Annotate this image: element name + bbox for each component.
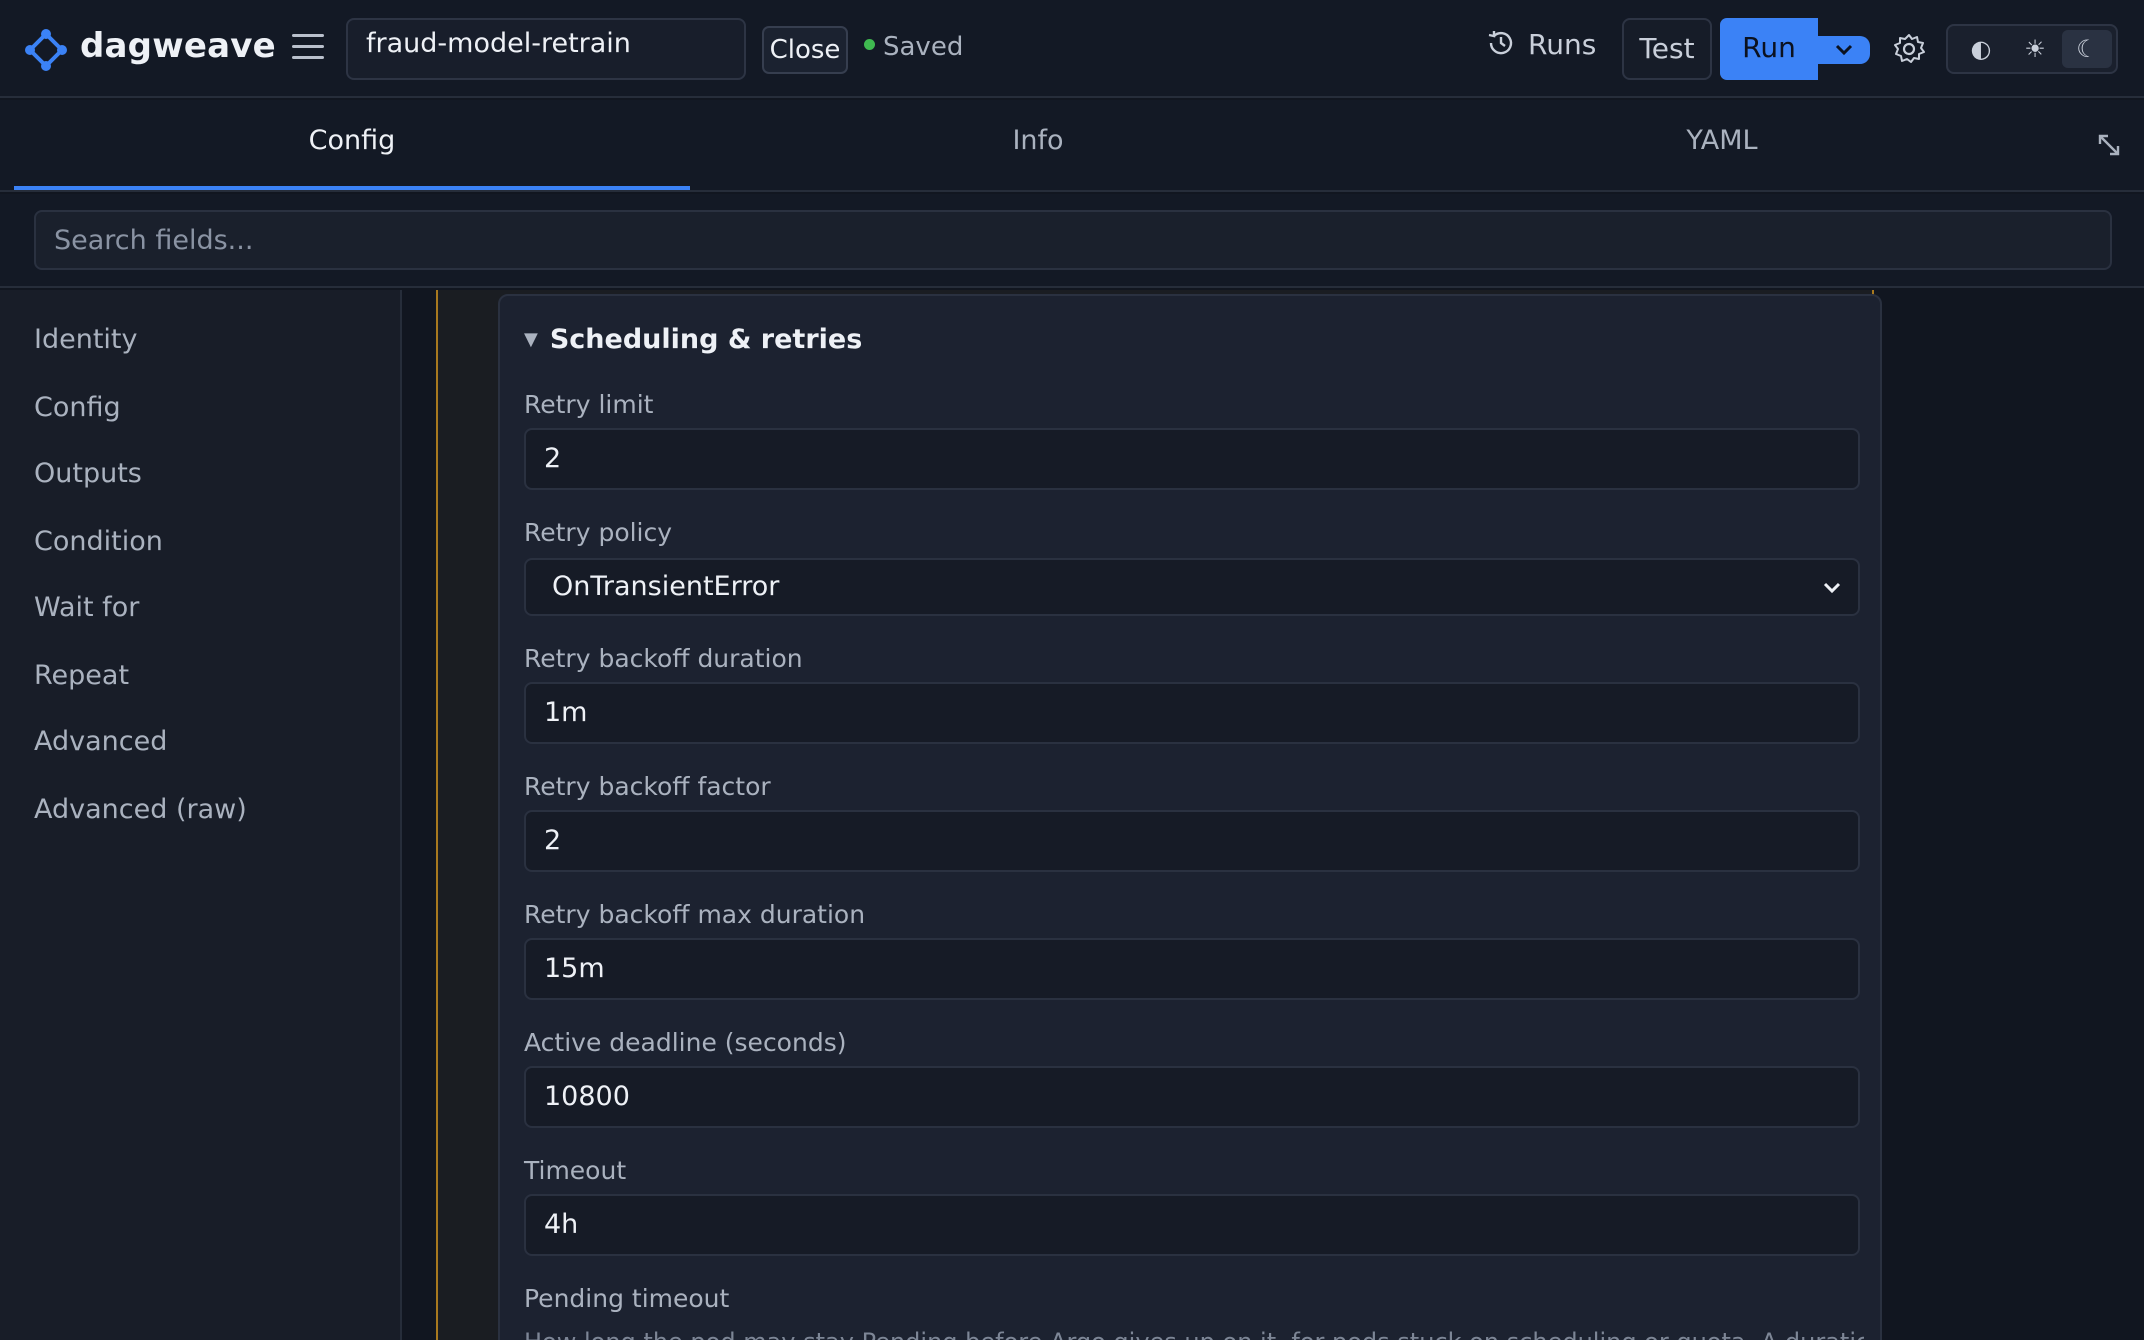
- runs-button[interactable]: Runs: [1486, 28, 1596, 72]
- retry-backoff-duration-input[interactable]: 1m: [524, 682, 1860, 744]
- search-bar: [0, 194, 2144, 288]
- theme-system-icon[interactable]: ◐: [1956, 30, 2006, 68]
- chevron-down-icon: [1823, 582, 1841, 594]
- test-button[interactable]: Test: [1622, 18, 1712, 80]
- section-header[interactable]: ▼ Scheduling & retries: [524, 324, 862, 355]
- theme-toggle: ◐ ☀ ☾: [1946, 24, 2118, 74]
- sidebar-item-condition[interactable]: Condition: [34, 526, 163, 557]
- chevron-down-icon: [1835, 44, 1853, 56]
- runs-label: Runs: [1528, 28, 1597, 61]
- pending-timeout-help: How long the pod may stay Pending before…: [524, 1328, 1864, 1340]
- gear-icon[interactable]: [1892, 32, 1926, 66]
- highlighted-group: ▼ Scheduling & retries Retry limit 2 Retr…: [436, 290, 1882, 1340]
- sidebar-item-repeat[interactable]: Repeat: [34, 660, 129, 691]
- history-icon: [1488, 31, 1513, 55]
- field-label: Active deadline (seconds): [524, 1028, 847, 1057]
- logo-icon: [25, 29, 67, 71]
- field-label: Timeout: [524, 1156, 627, 1185]
- tab-yaml[interactable]: YAML: [1384, 100, 2060, 192]
- scheduling-retries-card: ▼ Scheduling & retries Retry limit 2 Retr…: [498, 294, 1882, 1340]
- sidebar-item-config[interactable]: Config: [34, 392, 121, 423]
- retry-policy-select[interactable]: OnTransientError: [524, 558, 1860, 616]
- section-title: Scheduling & retries: [549, 324, 863, 355]
- sidebar-item-wait-for[interactable]: Wait for: [34, 592, 139, 623]
- collapse-icon: ▼: [524, 329, 538, 350]
- section-nav: Identity Config Outputs Condition Wait f…: [0, 290, 402, 1340]
- sidebar-item-advanced-raw[interactable]: Advanced (raw): [34, 794, 247, 825]
- sidebar-item-advanced[interactable]: Advanced: [34, 726, 167, 757]
- field-label: Retry policy: [524, 518, 673, 547]
- save-status-label: Saved: [883, 32, 964, 62]
- menu-icon[interactable]: [292, 34, 324, 64]
- brand-name: dagweave: [80, 26, 276, 66]
- config-panel: ▼ Scheduling & retries Retry limit 2 Retr…: [402, 290, 2144, 1340]
- retry-policy-value: OnTransientError: [552, 571, 780, 602]
- field-label: Retry backoff factor: [524, 772, 771, 801]
- active-tab-indicator: [14, 186, 690, 190]
- retry-backoff-max-duration-input[interactable]: 15m: [524, 938, 1860, 1000]
- timeout-input[interactable]: 4h: [524, 1194, 1860, 1256]
- tab-info[interactable]: Info: [700, 100, 1376, 192]
- retry-backoff-factor-input[interactable]: 2: [524, 810, 1860, 872]
- field-label: Retry backoff duration: [524, 644, 803, 673]
- run-options-button[interactable]: [1818, 36, 1870, 64]
- search-fields-input[interactable]: [34, 210, 2112, 270]
- tab-config[interactable]: Config: [14, 100, 690, 192]
- theme-dark-icon[interactable]: ☾: [2062, 30, 2112, 68]
- tab-bar: Config Info YAML: [0, 100, 2144, 192]
- field-label: Retry limit: [524, 390, 654, 419]
- field-label: Retry backoff max duration: [524, 900, 866, 929]
- active-deadline-input[interactable]: 10800: [524, 1066, 1860, 1128]
- sidebar-item-identity[interactable]: Identity: [34, 324, 137, 355]
- run-button[interactable]: Run: [1720, 18, 1818, 80]
- theme-light-icon[interactable]: ☀: [2010, 30, 2060, 68]
- retry-limit-input[interactable]: 2: [524, 428, 1860, 490]
- top-bar: dagweave fraud-model-retrain Close Saved…: [0, 0, 2144, 98]
- saved-dot-icon: [864, 39, 875, 50]
- close-button[interactable]: Close: [762, 26, 848, 74]
- sidebar-item-outputs[interactable]: Outputs: [34, 458, 142, 489]
- workflow-name-input[interactable]: fraud-model-retrain: [346, 18, 746, 80]
- save-status: Saved: [864, 32, 963, 62]
- pending-timeout-label: Pending timeout: [524, 1284, 730, 1313]
- expand-icon[interactable]: [2094, 130, 2124, 160]
